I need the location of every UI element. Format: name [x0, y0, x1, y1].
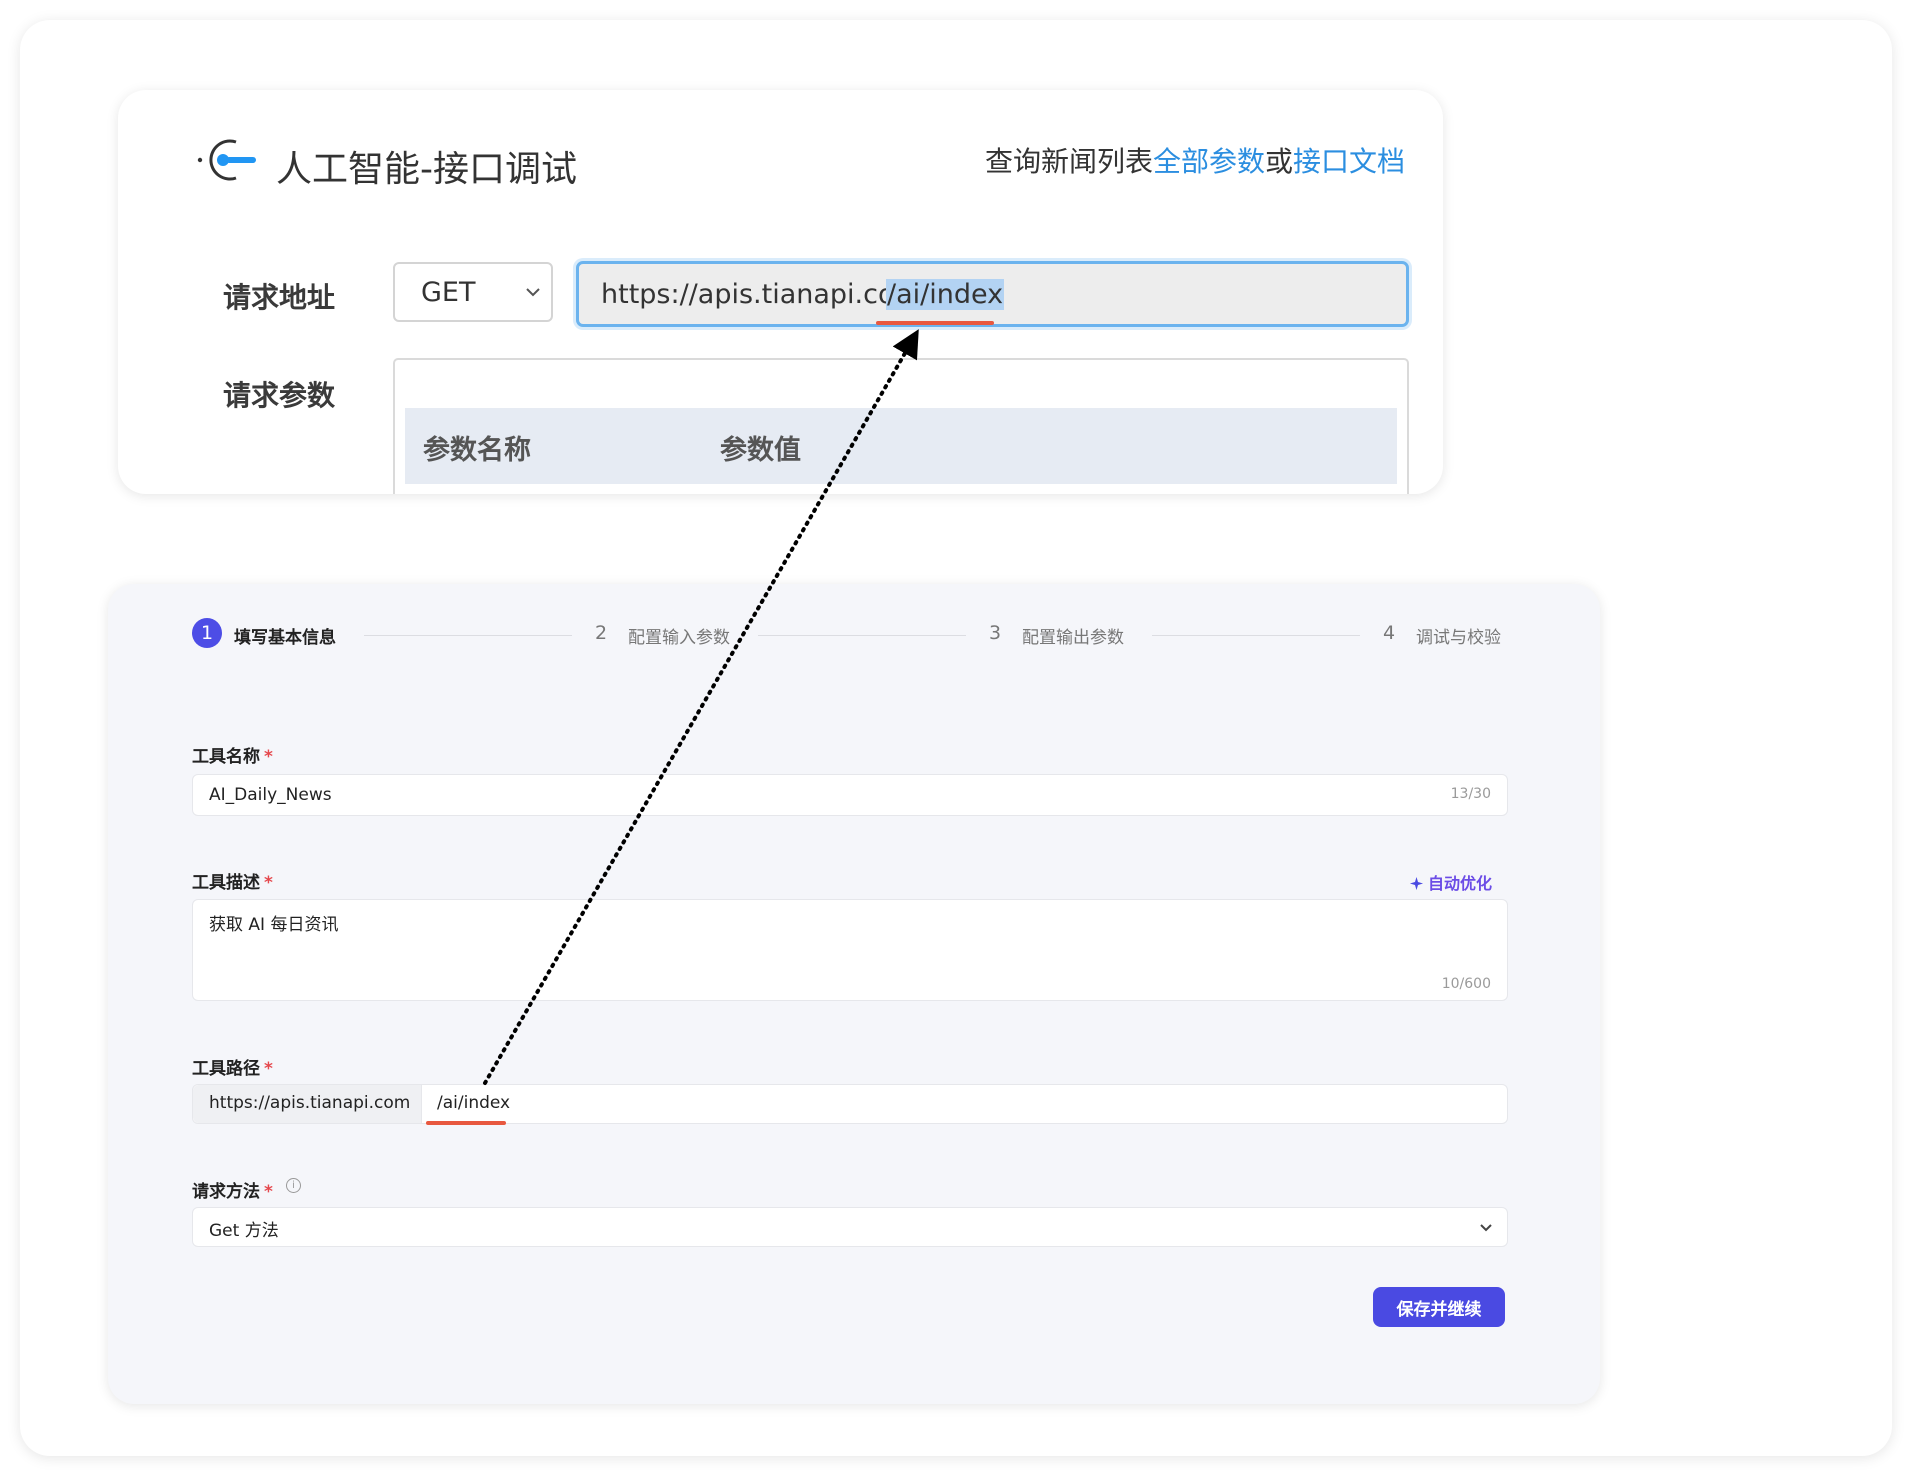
annotation-arrow: [483, 329, 919, 1085]
